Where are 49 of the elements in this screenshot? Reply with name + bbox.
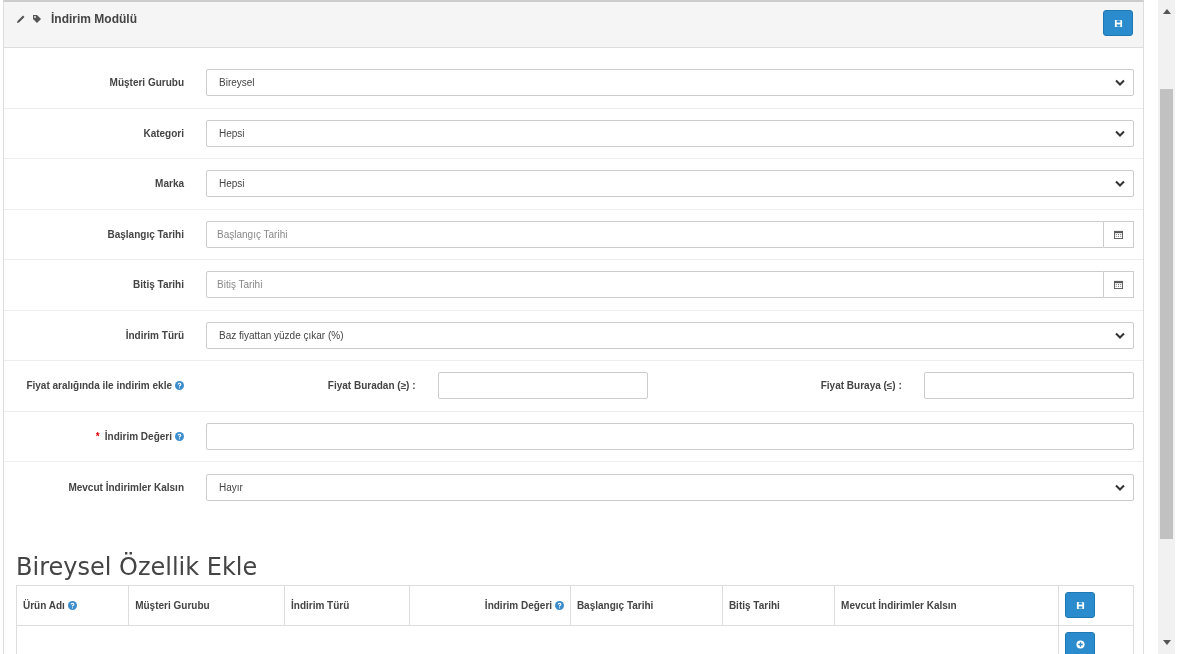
column-header: Mevcut İndirimler Kalsın [834,585,1059,625]
chevron-down-icon [1115,129,1125,137]
calendar-button[interactable] [1104,271,1134,299]
panel-title: İndirim Modülü [51,12,137,26]
field-label: Müşteri Gurubu [109,77,184,89]
section-heading: Bireysel Özellik Ekle [16,552,259,581]
calendar-icon [1114,280,1123,290]
field-label: Bitiş Tarihi [133,279,184,291]
price-label: Fiyat Buraya (≤) : [819,380,902,392]
chevron-down-icon [1115,331,1125,339]
scrollbar[interactable] [1158,0,1175,654]
tag-icon [32,14,42,24]
dropdown[interactable]: Baz fiyattan yüzde çıkar (%) [206,321,1134,349]
chevron-down-icon [1115,79,1125,87]
price-min-field[interactable] [437,372,648,400]
column-header: Bitiş Tarihi [722,585,835,625]
arrow-down-icon[interactable] [1162,640,1171,645]
field-label: Başlangıç Tarihi [107,228,184,240]
field-label: İndirim Değeri [104,430,172,442]
dropdown[interactable]: Hayır [206,473,1134,501]
field-label: Marka [155,178,184,190]
date-field[interactable]: Başlangıç Tarihi [206,220,1104,248]
field-label: Mevcut İndirimler Kalsın [68,481,184,493]
calendar-icon [1114,229,1123,239]
arrow-up-icon[interactable] [1162,9,1171,14]
chevron-down-icon [1115,483,1125,491]
input-field[interactable] [206,422,1134,450]
calendar-button[interactable] [1104,220,1134,248]
date-field[interactable]: Bitiş Tarihi [206,271,1104,299]
dropdown[interactable]: Bireysel [206,69,1134,97]
column-header: Başlangıç Tarihi [570,585,723,625]
field-label: İndirim Türü [125,329,184,341]
add-button[interactable] [1065,631,1096,654]
pencil-icon [16,14,26,24]
save-button[interactable] [1065,592,1096,618]
field-label: Kategori [143,127,184,139]
price-max-field[interactable] [923,372,1134,400]
save-button[interactable] [1103,10,1133,36]
column-header: İndirim Türü [284,585,410,625]
column-header: İndirim Değeri [409,585,571,625]
plus-circle-icon [1075,640,1085,649]
field-label: Fiyat aralığında ile indirim ekle [26,380,172,392]
chevron-down-icon [1115,180,1125,188]
price-label: Fiyat Buradan (≥) : [326,380,416,392]
required-mark: * [95,430,100,442]
dropdown[interactable]: Hepsi [206,119,1134,147]
column-header: Ürün Adı [16,585,129,625]
dropdown[interactable]: Hepsi [206,170,1134,198]
column-header: Müşteri Gurubu [128,585,285,625]
